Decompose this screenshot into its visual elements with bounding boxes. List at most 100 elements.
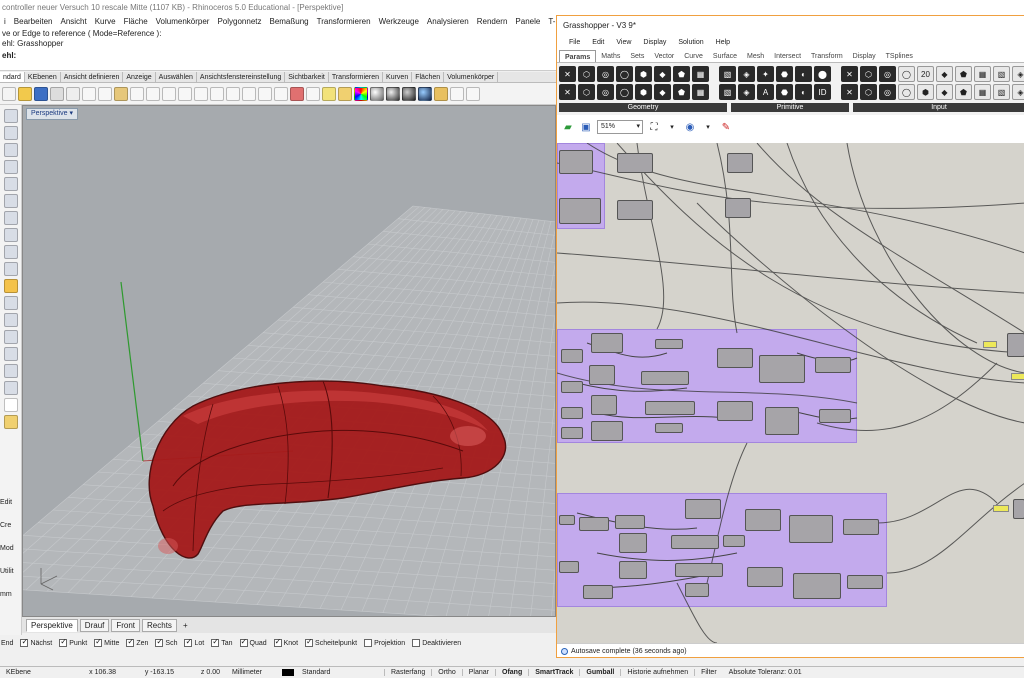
status-mode-smarttrack[interactable]: SmartTrack xyxy=(528,669,579,676)
gh-component[interactable] xyxy=(559,561,579,573)
param-component-icon[interactable]: ▧ xyxy=(993,84,1010,100)
gh-menu-file[interactable]: File xyxy=(563,35,586,50)
param-component-icon[interactable]: ⬟ xyxy=(955,84,972,100)
gh-tab-transform[interactable]: Transform xyxy=(806,50,848,62)
tab-rechts[interactable]: Rechts xyxy=(142,618,177,632)
status-mode-gumball[interactable]: Gumball xyxy=(579,669,620,676)
param-component-icon[interactable]: ◐ xyxy=(795,84,812,100)
param-component-icon[interactable]: ⬡ xyxy=(860,66,877,82)
param-component-icon[interactable]: ◈ xyxy=(738,84,755,100)
osnap-checkbox[interactable] xyxy=(126,637,135,647)
osnap-scheitelpunkt[interactable]: Scheitelpunkt xyxy=(305,637,357,647)
toolbar-tab-anzeige[interactable]: Anzeige xyxy=(123,72,156,82)
menu-item-flaeche[interactable]: Fläche xyxy=(120,15,152,29)
cut-icon[interactable] xyxy=(82,86,96,101)
chevron-down-icon[interactable]: ▾ xyxy=(701,120,715,134)
polyline-icon[interactable] xyxy=(3,126,18,140)
layer-icon[interactable] xyxy=(306,86,320,101)
toolbar-tab-kebenen[interactable]: KEbenen xyxy=(25,72,61,82)
panel-label-mm[interactable]: mm xyxy=(0,590,22,613)
gh-tab-maths[interactable]: Maths xyxy=(596,50,625,62)
status-mode-planar[interactable]: Planar xyxy=(461,669,495,676)
chevron-down-icon[interactable]: ▾ xyxy=(70,110,74,117)
menu-item[interactable]: i xyxy=(0,15,10,29)
param-component-icon[interactable]: ✦ xyxy=(757,66,774,82)
gh-component[interactable] xyxy=(685,499,721,519)
gh-panel[interactable] xyxy=(983,341,997,348)
tab-drauf[interactable]: Drauf xyxy=(79,618,110,632)
render-sphere-icon[interactable] xyxy=(386,86,400,101)
osnap-knot[interactable]: Knot xyxy=(273,637,298,647)
param-component-icon[interactable]: ⬟ xyxy=(955,66,972,82)
param-component-icon[interactable]: ▦ xyxy=(692,84,709,100)
gh-component[interactable] xyxy=(583,585,613,599)
menu-item-volumenkoerper[interactable]: Volumenkörper xyxy=(152,15,214,29)
curve-icon[interactable] xyxy=(3,143,18,157)
open-file-icon[interactable]: ▰ xyxy=(561,120,575,134)
explode-icon[interactable] xyxy=(3,279,18,293)
fillet-icon[interactable] xyxy=(3,347,18,361)
param-component-icon[interactable]: ◎ xyxy=(597,84,614,100)
osnap-checkbox[interactable] xyxy=(364,639,373,647)
rotate-view-icon[interactable] xyxy=(162,86,176,101)
gh-tab-intersect[interactable]: Intersect xyxy=(769,50,806,62)
rectangle-icon[interactable] xyxy=(3,177,18,191)
gh-component[interactable] xyxy=(591,333,623,353)
ribbon-group-primitive[interactable]: Primitive xyxy=(731,103,849,112)
print-icon[interactable] xyxy=(50,86,64,101)
gh-panel[interactable] xyxy=(993,505,1009,512)
pan-icon[interactable] xyxy=(146,86,160,101)
options-icon[interactable] xyxy=(434,86,448,101)
move-icon[interactable] xyxy=(3,330,18,344)
status-mode-ofang[interactable]: Ofang xyxy=(495,669,528,676)
osnap-checkbox[interactable] xyxy=(211,637,220,647)
gh-menu-solution[interactable]: Solution xyxy=(672,35,709,50)
four-viewports-icon[interactable] xyxy=(242,86,256,101)
gh-component[interactable] xyxy=(675,563,723,577)
rendered-sphere-icon[interactable] xyxy=(402,86,416,101)
param-component-icon[interactable]: ID xyxy=(814,84,831,100)
param-component-icon[interactable]: ⬡ xyxy=(578,66,595,82)
status-mode-rasterfang[interactable]: Rasterfang xyxy=(384,669,431,676)
import-icon[interactable] xyxy=(66,86,80,101)
gh-component[interactable] xyxy=(619,561,647,579)
zoom-selected-icon[interactable] xyxy=(226,86,240,101)
gh-component[interactable] xyxy=(717,348,753,368)
gh-component[interactable] xyxy=(723,535,745,547)
osnap-end[interactable]: End xyxy=(1,640,13,647)
menu-item-bemassung[interactable]: Bemaßung xyxy=(265,15,312,29)
param-component-icon[interactable]: ⬣ xyxy=(776,84,793,100)
mesh-icon[interactable] xyxy=(3,262,18,276)
select-objects-icon[interactable] xyxy=(274,86,288,101)
param-component-icon[interactable]: ✕ xyxy=(559,66,576,82)
paste-icon[interactable] xyxy=(114,86,128,101)
perspective-viewport[interactable] xyxy=(22,105,556,617)
param-component-icon[interactable]: ▧ xyxy=(993,66,1010,82)
toolbar-tab-ansichtsfenstereinstellung[interactable]: Ansichtsfenstereinstellung xyxy=(197,72,286,82)
gh-component[interactable] xyxy=(615,515,645,529)
osnap-lot[interactable]: Lot xyxy=(184,637,204,647)
gh-component[interactable] xyxy=(727,153,753,173)
material-sphere-icon[interactable] xyxy=(418,86,432,101)
gh-tab-display[interactable]: Display xyxy=(848,50,881,62)
osnap-zen[interactable]: Zen xyxy=(126,637,148,647)
gh-component[interactable] xyxy=(815,357,851,373)
menu-item-werkzeuge[interactable]: Werkzeuge xyxy=(375,15,423,29)
param-component-icon[interactable]: ◎ xyxy=(879,66,896,82)
menu-item-bearbeiten[interactable]: Bearbeiten xyxy=(10,15,57,29)
gh-tab-vector[interactable]: Vector xyxy=(649,50,679,62)
gh-component[interactable] xyxy=(765,407,799,435)
gh-component[interactable] xyxy=(561,407,583,419)
gh-tab-sets[interactable]: Sets xyxy=(625,50,649,62)
gh-component[interactable] xyxy=(561,349,583,363)
zoom-select[interactable]: 51% xyxy=(597,120,643,134)
gh-menu-edit[interactable]: Edit xyxy=(586,35,610,50)
gh-component[interactable] xyxy=(819,409,851,423)
car-icon[interactable] xyxy=(290,86,304,101)
osnap-checkbox[interactable] xyxy=(239,637,248,647)
param-component-icon[interactable]: ⬟ xyxy=(673,66,690,82)
gh-component[interactable] xyxy=(655,339,683,349)
osnap-checkbox[interactable] xyxy=(273,637,282,647)
osnap-checkbox[interactable] xyxy=(20,637,29,647)
gh-tab-curve[interactable]: Curve xyxy=(679,50,708,62)
